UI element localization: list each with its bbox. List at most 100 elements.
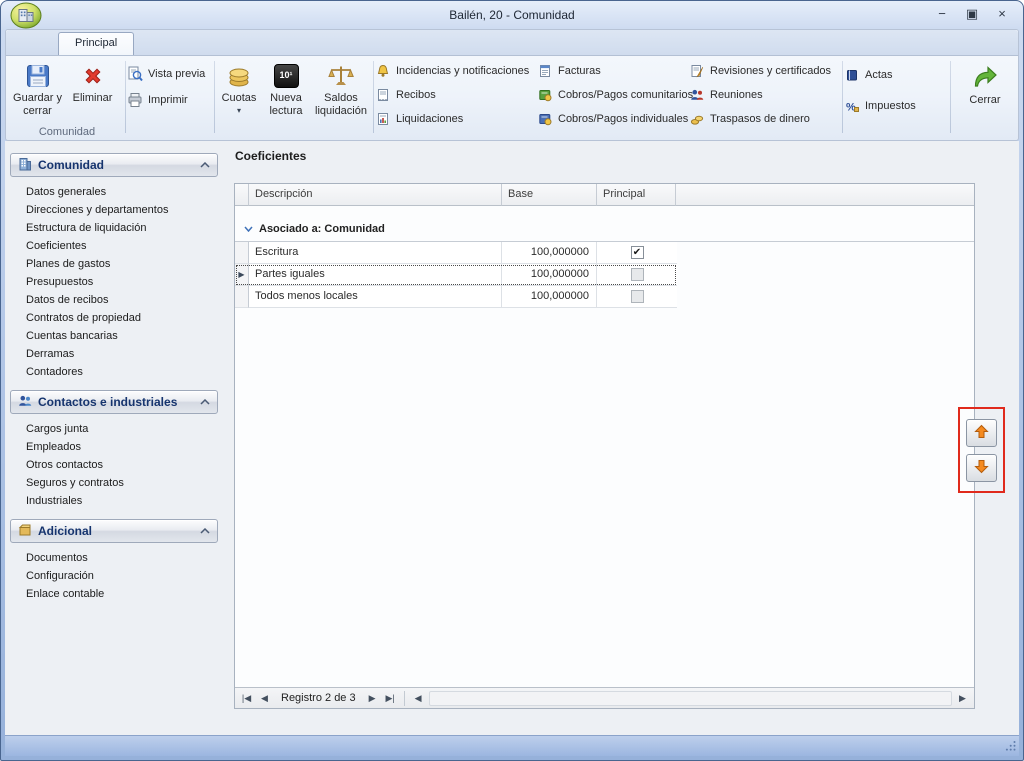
liquidaciones-button[interactable]: Liquidaciones xyxy=(375,110,537,128)
scroll-right-button[interactable]: ▶ xyxy=(955,693,970,704)
row-selector-cell[interactable] xyxy=(235,286,249,308)
reuniones-label: Reuniones xyxy=(710,89,763,101)
reuniones-button[interactable]: Reuniones xyxy=(689,86,841,104)
sidebar-item-cargos-junta[interactable]: Cargos junta xyxy=(10,420,218,438)
sidebar-item-seguros-contratos[interactable]: Seguros y contratos xyxy=(10,474,218,492)
row-selector-cell[interactable] xyxy=(235,242,249,264)
sidebar-item-direcciones[interactable]: Direcciones y departamentos xyxy=(10,201,218,219)
sidebar-item-coeficientes[interactable]: Coeficientes xyxy=(10,237,218,255)
sidebar-item-documentos[interactable]: Documentos xyxy=(10,549,218,567)
ledger-coin-green-icon xyxy=(537,87,553,103)
sidebar-item-empleados[interactable]: Empleados xyxy=(10,438,218,456)
guardar-y-cerrar-button[interactable]: Guardar y cerrar xyxy=(10,58,65,121)
chevron-up-icon xyxy=(200,159,210,171)
cell-base[interactable]: 100,000000 xyxy=(502,264,597,286)
money-transfer-icon xyxy=(689,111,705,127)
scroll-left-button[interactable]: ◀ xyxy=(411,693,426,704)
ribbon-group-print: Vista previa Imprimir xyxy=(127,58,213,138)
sidebar-item-datos-generales[interactable]: Datos generales xyxy=(10,183,218,201)
cell-base[interactable]: 100,000000 xyxy=(502,286,597,308)
resize-grip[interactable] xyxy=(1004,739,1017,755)
table-row-selected[interactable]: ▶ Partes iguales 100,000000 xyxy=(235,264,677,286)
close-arrow-icon xyxy=(972,64,998,91)
nueva-lectura-label: Nueva lectura xyxy=(262,92,310,118)
ribbon-group-cuotas: Cuotas ▾ 10¹ Nueva lectura Sa xyxy=(216,58,372,138)
cell-descripcion[interactable]: Partes iguales xyxy=(249,264,502,286)
sidebar-item-contratos-propiedad[interactable]: Contratos de propiedad xyxy=(10,309,218,327)
sidebar-item-enlace-contable[interactable]: Enlace contable xyxy=(10,585,218,603)
window-title: Bailén, 20 - Comunidad xyxy=(201,8,823,22)
sidebar-section-adicional[interactable]: Adicional xyxy=(10,519,218,543)
actas-label: Actas xyxy=(865,69,893,81)
cerrar-button[interactable]: Cerrar xyxy=(958,60,1012,122)
sidebar-item-presupuestos[interactable]: Presupuestos xyxy=(10,273,218,291)
vista-previa-button[interactable]: Vista previa xyxy=(127,65,213,83)
cobros-individuales-button[interactable]: Cobros/Pagos individuales xyxy=(537,110,689,128)
cell-descripcion[interactable]: Todos menos locales xyxy=(249,286,502,308)
horizontal-scrollbar[interactable] xyxy=(429,691,952,706)
column-header-descripcion[interactable]: Descripción xyxy=(249,184,502,206)
grid-header: Descripción Base Principal xyxy=(235,184,974,206)
tab-principal[interactable]: Principal xyxy=(58,32,134,55)
maximize-button[interactable]: ▣ xyxy=(965,6,979,22)
recibos-label: Recibos xyxy=(396,89,436,101)
incidencias-button[interactable]: Incidencias y notificaciones xyxy=(375,62,537,80)
next-record-button[interactable]: ▶ xyxy=(365,693,380,704)
sidebar-item-otros-contactos[interactable]: Otros contactos xyxy=(10,456,218,474)
main-area: Comunidad Datos generales Direcciones y … xyxy=(5,141,1019,735)
cuotas-label: Cuotas xyxy=(222,92,257,105)
coeficientes-grid: Descripción Base Principal Asociado a: C… xyxy=(234,183,975,709)
move-down-button[interactable] xyxy=(966,454,997,482)
sidebar-item-cuentas-bancarias[interactable]: Cuentas bancarias xyxy=(10,327,218,345)
imprimir-button[interactable]: Imprimir xyxy=(127,91,213,109)
ledger-coin-blue-icon xyxy=(537,111,553,127)
checkbox-checked-icon[interactable]: ✔ xyxy=(631,246,644,259)
first-record-button[interactable]: |◀ xyxy=(239,693,254,704)
close-window-button[interactable]: × xyxy=(995,6,1009,22)
application-window: Bailén, 20 - Comunidad − ▣ × Principal xyxy=(0,0,1024,761)
ribbon-separator xyxy=(373,61,374,133)
column-header-principal[interactable]: Principal xyxy=(597,184,676,206)
prev-record-button[interactable]: ◀ xyxy=(257,693,272,704)
sidebar-item-planes-gastos[interactable]: Planes de gastos xyxy=(10,255,218,273)
sidebar-item-datos-recibos[interactable]: Datos de recibos xyxy=(10,291,218,309)
app-icon xyxy=(10,2,42,32)
table-row[interactable]: Escritura 100,000000 ✔ xyxy=(235,242,677,264)
book-icon xyxy=(844,67,860,83)
cell-descripcion[interactable]: Escritura xyxy=(249,242,502,264)
row-selector-cell[interactable]: ▶ xyxy=(235,264,249,286)
group-row-label: Asociado a: Comunidad xyxy=(259,223,385,235)
checkbox-unchecked-icon[interactable] xyxy=(631,268,644,281)
sidebar-item-estructura-liquidacion[interactable]: Estructura de liquidación xyxy=(10,219,218,237)
eliminar-button[interactable]: Eliminar xyxy=(65,58,120,121)
facturas-button[interactable]: Facturas xyxy=(537,62,689,80)
cell-base[interactable]: 100,000000 xyxy=(502,242,597,264)
revisiones-button[interactable]: Revisiones y certificados xyxy=(689,62,841,80)
minimize-button[interactable]: − xyxy=(935,6,949,22)
impuestos-button[interactable]: % Impuestos xyxy=(844,97,920,115)
sidebar-item-industriales[interactable]: Industriales xyxy=(10,492,218,510)
recibos-button[interactable]: Recibos xyxy=(375,86,537,104)
sidebar-section-contactos[interactable]: Contactos e industriales xyxy=(10,390,218,414)
cell-principal xyxy=(597,264,677,286)
sidebar-section-comunidad[interactable]: Comunidad xyxy=(10,153,218,177)
titlebar[interactable]: Bailén, 20 - Comunidad − ▣ × xyxy=(1,1,1023,29)
group-row-comunidad[interactable]: Asociado a: Comunidad xyxy=(235,217,974,242)
cobros-comunitarios-button[interactable]: Cobros/Pagos comunitarios xyxy=(537,86,689,104)
move-up-button[interactable] xyxy=(966,419,997,447)
nueva-lectura-button[interactable]: 10¹ Nueva lectura xyxy=(262,58,310,121)
eliminar-label: Eliminar xyxy=(73,92,113,105)
table-row[interactable]: Todos menos locales 100,000000 xyxy=(235,286,677,308)
checkbox-unchecked-icon[interactable] xyxy=(631,290,644,303)
traspasos-button[interactable]: Traspasos de dinero xyxy=(689,110,841,128)
actas-button[interactable]: Actas xyxy=(844,66,920,84)
last-record-button[interactable]: ▶| xyxy=(383,693,398,704)
cuotas-button[interactable]: Cuotas ▾ xyxy=(216,58,262,121)
sidebar-items-comunidad: Datos generales Direcciones y departamen… xyxy=(10,177,218,390)
sidebar-item-contadores[interactable]: Contadores xyxy=(10,363,218,381)
sidebar-item-derramas[interactable]: Derramas xyxy=(10,345,218,363)
saldos-liquidacion-button[interactable]: Saldos liquidación xyxy=(310,58,372,121)
column-header-base[interactable]: Base xyxy=(502,184,597,206)
sidebar-item-configuracion[interactable]: Configuración xyxy=(10,567,218,585)
content-panel: Coeficientes Descripción Base Principal … xyxy=(223,145,1013,731)
